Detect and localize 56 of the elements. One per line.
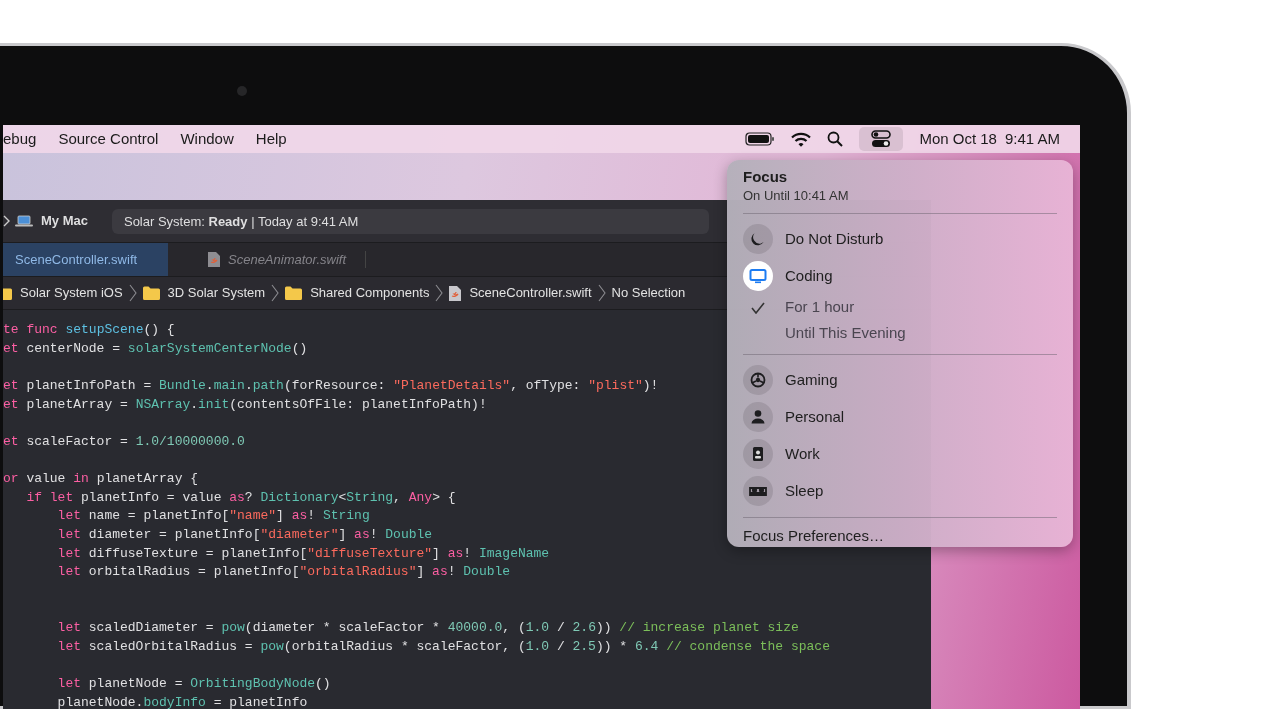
chevron-icon bbox=[596, 284, 607, 302]
breadcrumb-item[interactable]: Shared Components bbox=[285, 283, 430, 303]
focus-duration-option[interactable]: For 1 hour bbox=[743, 294, 1057, 321]
code-line: et planetInfoPath = Bundle.main.path(forResource: "PlanetDetails", ofType: "plist")! bbox=[3, 376, 659, 395]
focus-mode-item[interactable]: Sleep bbox=[743, 472, 1057, 510]
focus-mode-item[interactable]: Work bbox=[743, 435, 1057, 473]
focus-mode-item[interactable]: Coding bbox=[743, 257, 1057, 295]
menu-bar-date[interactable]: Mon Oct 18 bbox=[919, 127, 997, 151]
code-line: let name = planetInfo["name"] as! String bbox=[56, 507, 370, 526]
chevron-icon bbox=[434, 284, 445, 302]
breadcrumb-item[interactable]: No Selection bbox=[611, 283, 686, 303]
laptop-icon bbox=[15, 215, 33, 227]
focus-mode-item[interactable]: Personal bbox=[743, 398, 1057, 436]
chevron-icon bbox=[270, 284, 281, 302]
run-destination[interactable]: My Mac bbox=[41, 211, 88, 231]
folder-icon bbox=[142, 286, 160, 300]
focus-preferences-link[interactable]: Focus Preferences… bbox=[743, 524, 1057, 547]
swift-file-icon bbox=[208, 252, 220, 267]
code-line: et planetArray = NSArray.init(contentsOfFile: planetInfoPath)! bbox=[3, 395, 487, 414]
editor-tab[interactable]: SceneAnimator.swift bbox=[196, 251, 366, 268]
menu-subtitle: On Until 10:41 AM bbox=[743, 187, 850, 205]
code-line: let orbitalRadius = planetInfo["orbitalRadius"] as! Double bbox=[56, 563, 511, 582]
activity-status: Solar System: Ready | Today at 9:41 AM bbox=[111, 208, 709, 234]
breadcrumb-item[interactable]: SceneController.swift bbox=[449, 283, 592, 303]
menu-title: Focus bbox=[743, 168, 789, 186]
control-center-icon[interactable] bbox=[871, 130, 892, 148]
code-line: te func setupScene() { bbox=[3, 321, 175, 339]
code-line: let diffuseTexture = planetInfo["diffuseTexture"] as! ImageName bbox=[56, 544, 550, 563]
folder-icon bbox=[285, 286, 303, 300]
camera-icon bbox=[237, 86, 247, 96]
focus-mode-item[interactable]: Do Not Disturb bbox=[743, 220, 1057, 258]
code-line: planetNode.bodyInfo = planetInfo bbox=[56, 693, 308, 709]
focus-duration-option[interactable]: Until This Evening bbox=[743, 320, 1057, 347]
battery-icon[interactable] bbox=[745, 132, 776, 146]
code-line: et scaleFactor = 1.0/10000000.0 bbox=[3, 432, 245, 451]
wifi-icon[interactable] bbox=[791, 131, 812, 147]
menu-item[interactable]: ebug bbox=[3, 127, 48, 151]
swift-file-icon bbox=[449, 285, 462, 301]
code-line: or value in planetArray { bbox=[3, 470, 199, 489]
menu-bar-clock[interactable]: 9:41 AM bbox=[1004, 127, 1060, 151]
code-line: let diameter = planetInfo["diameter"] as! Double bbox=[56, 526, 433, 545]
code-line: let planetNode = OrbitingBodyNode() bbox=[56, 675, 331, 694]
menu-item[interactable]: Window bbox=[169, 127, 245, 151]
chevron-icon bbox=[3, 215, 11, 227]
menu-item[interactable]: Help bbox=[244, 127, 298, 151]
breadcrumb-item[interactable]: Solar System iOS bbox=[3, 283, 123, 303]
code-line: et centerNode = solarSystemCenterNode() bbox=[3, 339, 308, 358]
code-line: if let planetInfo = value as? Dictionary<String, Any> { bbox=[25, 488, 456, 507]
code-line: let scaledDiameter = pow(diameter * scaleFactor * 40000.0, (1.0 / 2.6)) // increase planet size bbox=[56, 619, 799, 638]
code-line: let scaledOrbitalRadius = pow(orbitalRadius * scaleFactor, (1.0 / 2.5)) * 6.4 // condense the space bbox=[56, 637, 830, 656]
search-icon[interactable] bbox=[827, 131, 844, 147]
chevron-icon bbox=[127, 284, 138, 302]
breadcrumb-item[interactable]: 3D Solar System bbox=[142, 283, 266, 303]
focus-mode-item[interactable]: Gaming bbox=[743, 361, 1057, 399]
menu-item[interactable]: Source Control bbox=[47, 127, 170, 151]
editor-tab[interactable]: SceneController.swift bbox=[3, 243, 168, 276]
